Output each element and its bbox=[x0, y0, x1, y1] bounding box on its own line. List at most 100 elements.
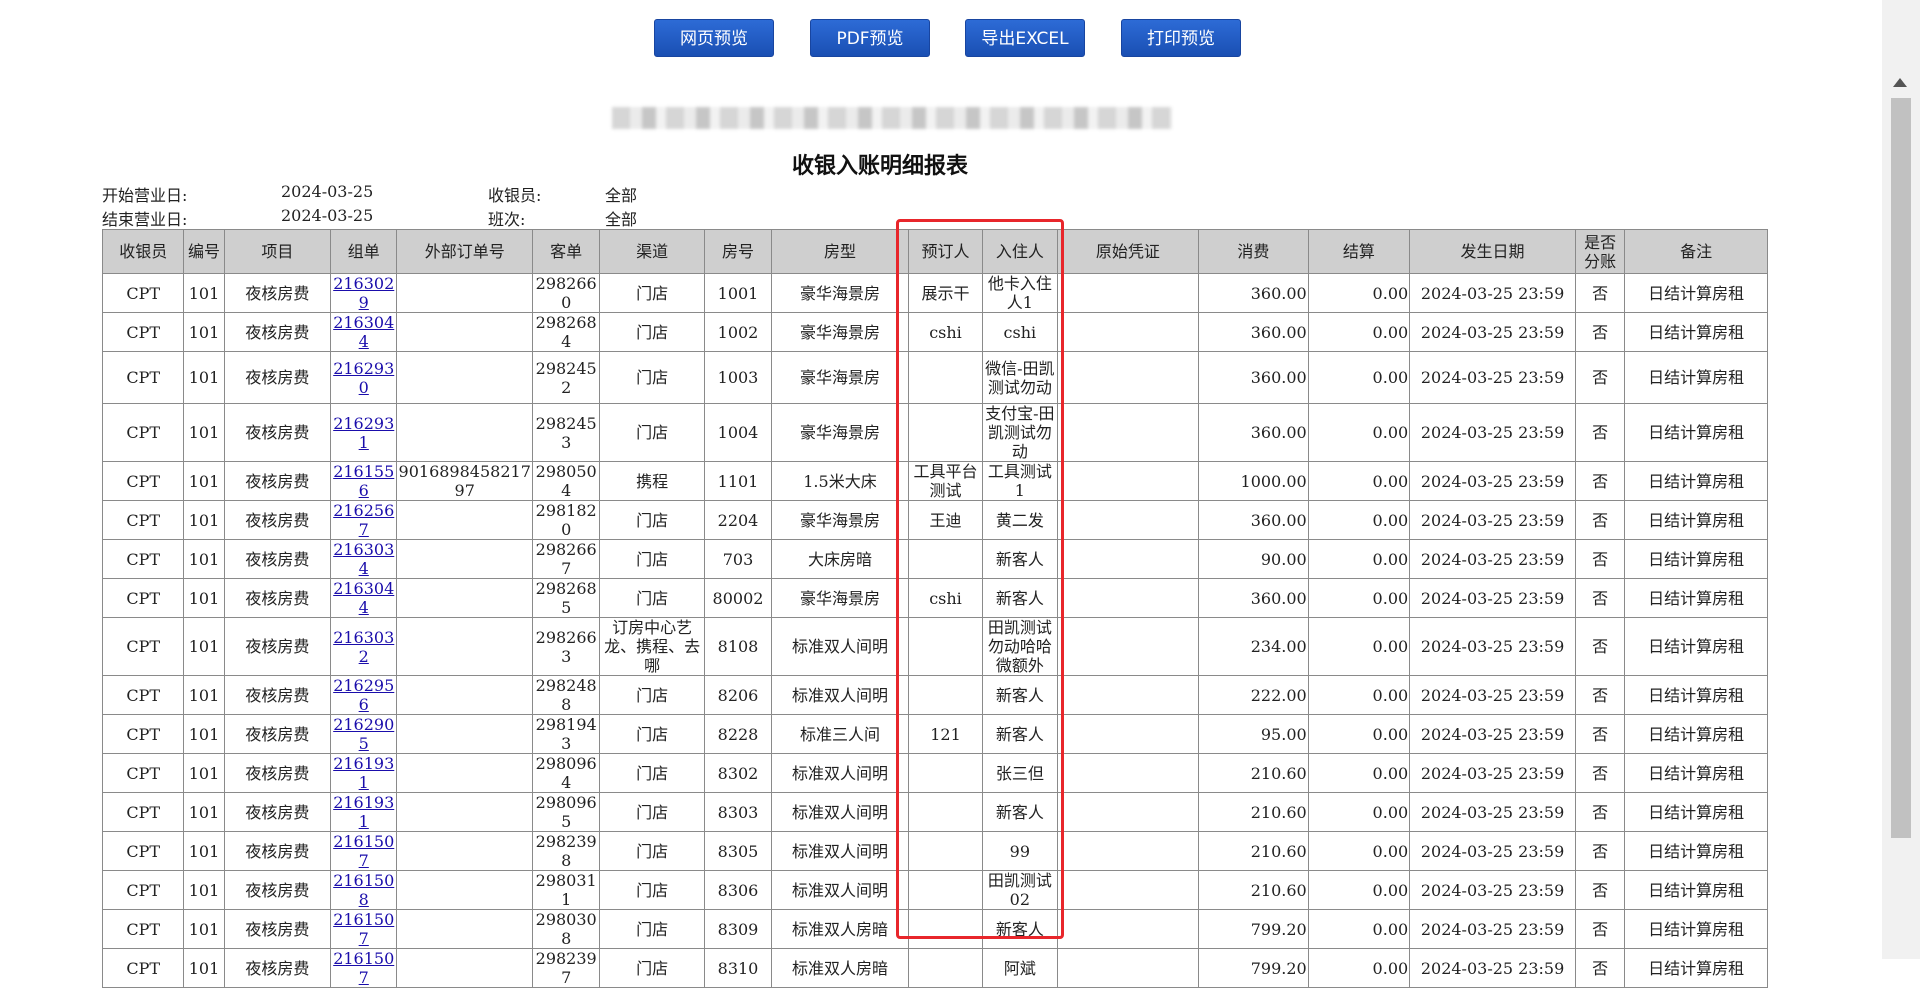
group-order-link[interactable]: 2162930 bbox=[333, 359, 394, 397]
print-preview-button[interactable]: 打印预览 bbox=[1121, 19, 1241, 57]
cell-voucher bbox=[1056, 403, 1200, 462]
cell-consumption: 95.00 bbox=[1198, 714, 1309, 754]
group-order-link[interactable]: 2162905 bbox=[333, 716, 394, 753]
cell-guest-order: 2982684 bbox=[532, 312, 601, 352]
cell-item: 夜核房费 bbox=[223, 461, 332, 501]
column-header-voucher: 原始凭证 bbox=[1056, 229, 1200, 274]
shift-label: 班次: bbox=[488, 210, 526, 229]
cell-group-order: 2161931 bbox=[330, 792, 398, 832]
scrollbar-thumb[interactable] bbox=[1891, 98, 1911, 838]
cell-split: 否 bbox=[1574, 909, 1626, 949]
cell-date: 2024-03-25 23:59 bbox=[1409, 461, 1576, 501]
cell-guest-order: 2980965 bbox=[532, 792, 601, 832]
cell-cashier: CPT bbox=[101, 312, 185, 352]
cell-no: 101 bbox=[183, 870, 225, 910]
column-header-date: 发生日期 bbox=[1409, 229, 1576, 274]
cell-item: 夜核房费 bbox=[223, 831, 332, 871]
vertical-scrollbar[interactable] bbox=[1882, 0, 1920, 959]
cell-room-type: 标准双人房暗 bbox=[771, 948, 909, 988]
cell-booker bbox=[907, 351, 984, 404]
group-order-link[interactable]: 2162567 bbox=[333, 502, 394, 539]
cell-channel: 门店 bbox=[599, 351, 705, 404]
group-order-link[interactable]: 2162931 bbox=[333, 414, 394, 452]
cell-remark: 日结计算房租 bbox=[1624, 539, 1768, 579]
cell-item: 夜核房费 bbox=[223, 909, 332, 949]
cell-guest-order: 2981820 bbox=[532, 500, 601, 540]
group-order-link[interactable]: 2163032 bbox=[333, 628, 394, 666]
cell-date: 2024-03-25 23:59 bbox=[1409, 403, 1576, 462]
cell-settlement: 0.00 bbox=[1307, 909, 1411, 949]
cell-date: 2024-03-25 23:59 bbox=[1409, 351, 1576, 404]
cell-consumption: 210.60 bbox=[1198, 792, 1309, 832]
pdf-preview-button[interactable]: PDF预览 bbox=[810, 19, 930, 57]
scroll-up-arrow-icon[interactable] bbox=[1893, 78, 1907, 87]
cell-guest-order: 2982453 bbox=[532, 403, 601, 462]
cell-channel: 门店 bbox=[599, 948, 705, 988]
cell-room-no: 8310 bbox=[703, 948, 773, 988]
cell-date: 2024-03-25 23:59 bbox=[1409, 312, 1576, 352]
cell-voucher bbox=[1056, 792, 1200, 832]
cell-remark: 日结计算房租 bbox=[1624, 351, 1768, 404]
cell-cashier: CPT bbox=[101, 403, 185, 462]
cell-external-order bbox=[396, 578, 534, 618]
cell-guest-order: 2982452 bbox=[532, 351, 601, 404]
cell-guest: 他卡入住人1 bbox=[982, 273, 1058, 313]
cell-room-no: 1001 bbox=[703, 273, 773, 313]
cell-remark: 日结计算房租 bbox=[1624, 792, 1768, 832]
group-order-link[interactable]: 2162956 bbox=[333, 677, 394, 714]
export-excel-button[interactable]: 导出EXCEL bbox=[965, 19, 1085, 57]
cell-settlement: 0.00 bbox=[1307, 753, 1411, 793]
cell-item: 夜核房费 bbox=[223, 500, 332, 540]
cell-date: 2024-03-25 23:59 bbox=[1409, 792, 1576, 832]
group-order-link[interactable]: 2161931 bbox=[333, 794, 394, 831]
cell-settlement: 0.00 bbox=[1307, 675, 1411, 715]
group-order-link[interactable]: 2163029 bbox=[333, 275, 394, 312]
cell-split: 否 bbox=[1574, 617, 1626, 676]
cell-guest-order: 2982685 bbox=[532, 578, 601, 618]
table-row: CPT 101 夜核房费 2163044 2982685 门店 80002 豪华海景房 cshi… bbox=[101, 578, 1768, 618]
group-order-link[interactable]: 2161507 bbox=[333, 950, 394, 987]
web-preview-button[interactable]: 网页预览 bbox=[654, 19, 774, 57]
cell-settlement: 0.00 bbox=[1307, 461, 1411, 501]
cell-no: 101 bbox=[183, 351, 225, 404]
cell-guest: 微信-田凯测试勿动 bbox=[982, 351, 1058, 404]
group-order-link[interactable]: 2161508 bbox=[333, 872, 394, 909]
cell-booker: 展示干 bbox=[907, 273, 984, 313]
column-header-guest-order: 客单 bbox=[532, 229, 601, 274]
cell-no: 101 bbox=[183, 675, 225, 715]
cell-booker: 121 bbox=[907, 714, 984, 754]
cell-cashier: CPT bbox=[101, 351, 185, 404]
cell-channel: 门店 bbox=[599, 792, 705, 832]
column-header-guest: 入住人 bbox=[982, 229, 1058, 274]
table-row: CPT 101 夜核房费 2161931 2980964 门店 8302 标准双人间明 张三但 2… bbox=[101, 753, 1768, 793]
cell-remark: 日结计算房租 bbox=[1624, 578, 1768, 618]
cell-voucher bbox=[1056, 675, 1200, 715]
cell-external-order bbox=[396, 714, 534, 754]
group-order-link[interactable]: 2161507 bbox=[333, 833, 394, 870]
cell-no: 101 bbox=[183, 403, 225, 462]
group-order-link[interactable]: 2161556 bbox=[333, 463, 394, 500]
cell-room-type: 1.5米大床 bbox=[771, 461, 909, 501]
report-title: 收银入账明细报表 bbox=[791, 153, 968, 179]
cell-consumption: 360.00 bbox=[1198, 578, 1309, 618]
group-order-link[interactable]: 2161931 bbox=[333, 755, 394, 792]
cell-group-order: 2163044 bbox=[330, 312, 398, 352]
cell-date: 2024-03-25 23:59 bbox=[1409, 909, 1576, 949]
cell-booker: cshi bbox=[907, 578, 984, 618]
cell-no: 101 bbox=[183, 948, 225, 988]
group-order-link[interactable]: 2163044 bbox=[333, 580, 394, 617]
cell-group-order: 2162567 bbox=[330, 500, 398, 540]
cell-cashier: CPT bbox=[101, 273, 185, 313]
cell-date: 2024-03-25 23:59 bbox=[1409, 675, 1576, 715]
group-order-link[interactable]: 2163034 bbox=[333, 541, 394, 578]
cell-consumption: 360.00 bbox=[1198, 312, 1309, 352]
cell-group-order: 2163044 bbox=[330, 578, 398, 618]
cell-room-no: 8206 bbox=[703, 675, 773, 715]
group-order-link[interactable]: 2161507 bbox=[333, 911, 394, 948]
cell-voucher bbox=[1056, 539, 1200, 579]
group-order-link[interactable]: 2163044 bbox=[333, 314, 394, 351]
cell-channel: 订房中心艺龙、携程、去哪 bbox=[599, 617, 705, 676]
cell-channel: 门店 bbox=[599, 714, 705, 754]
cell-item: 夜核房费 bbox=[223, 403, 332, 462]
cell-item: 夜核房费 bbox=[223, 312, 332, 352]
